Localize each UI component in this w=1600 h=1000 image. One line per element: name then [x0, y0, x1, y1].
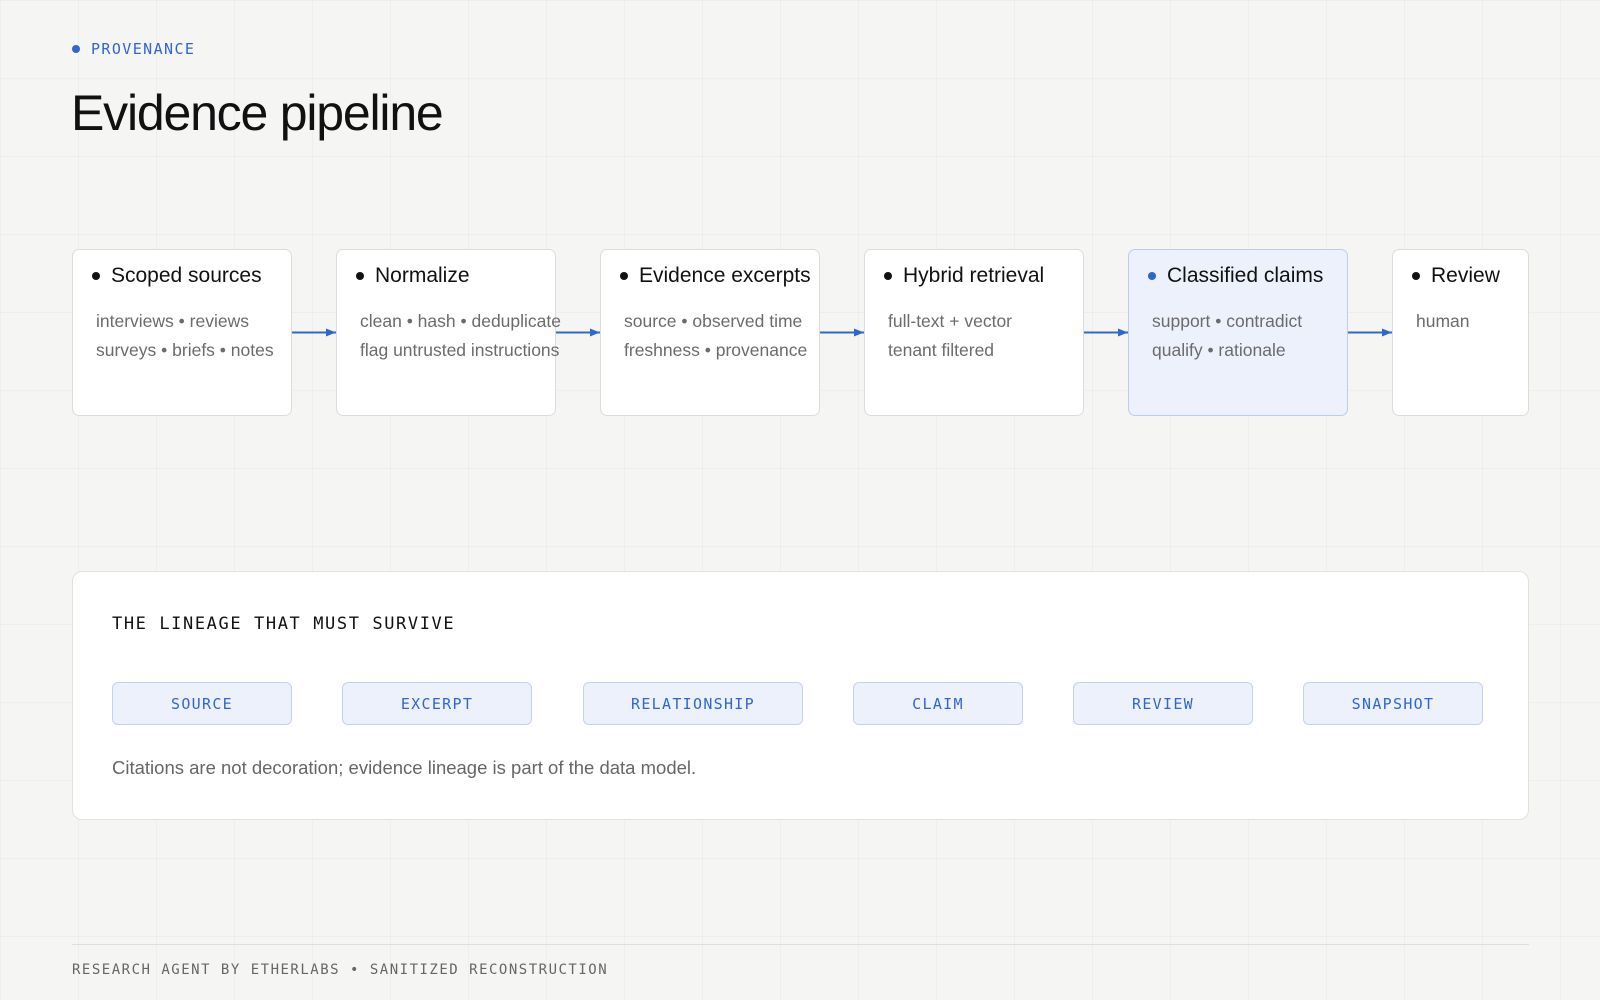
stage-bullet-icon	[92, 272, 100, 280]
stage-bullet-icon	[1412, 272, 1420, 280]
lineage-panel: THE LINEAGE THAT MUST SURVIVE SOURCE EXC…	[72, 571, 1529, 820]
stage-name: Classified claims	[1167, 264, 1324, 287]
stage-bullet-icon	[1148, 272, 1156, 280]
lineage-title: THE LINEAGE THAT MUST SURVIVE	[112, 614, 456, 634]
stage-detail: freshness • provenance	[624, 340, 808, 360]
stage-detail: interviews • reviews	[96, 311, 249, 331]
lineage-chip: RELATIONSHIP	[583, 682, 803, 725]
pipeline-stage: Hybrid retrieval full-text + vector tena…	[864, 249, 1084, 416]
footer-text: RESEARCH AGENT BY ETHERLABS • SANITIZED …	[72, 962, 609, 978]
stage-detail: flag untrusted instructions	[360, 340, 560, 360]
section-eyebrow: PROVENANCE	[72, 40, 195, 58]
pipeline-connectors	[291, 328, 1392, 707]
lineage-chip: EXCERPT	[342, 682, 532, 725]
lineage-chip: REVIEW	[1073, 682, 1253, 725]
lineage-chip: CLAIM	[853, 682, 1023, 725]
stage-name: Scoped sources	[111, 264, 262, 287]
lineage-chip: SOURCE	[112, 682, 292, 725]
eyebrow-label: PROVENANCE	[91, 40, 196, 58]
stage-detail: human	[1416, 311, 1470, 331]
pipeline-stage: Classified claims support • contradict q…	[1128, 249, 1348, 416]
stage-name: Evidence excerpts	[639, 264, 811, 287]
page-title: Evidence pipeline	[71, 85, 444, 141]
stage-detail: surveys • briefs • notes	[96, 340, 274, 360]
stage-detail: tenant filtered	[888, 340, 995, 360]
stage-bullet-icon	[884, 272, 892, 280]
pipeline-stage: Evidence excerpts source • observed time…	[600, 249, 820, 416]
stage-detail: support • contradict	[1152, 311, 1303, 331]
lineage-note: Citations are not decoration; evidence l…	[112, 757, 697, 778]
footer-divider	[72, 944, 1529, 945]
stage-bullet-icon	[620, 272, 628, 280]
stage-name: Hybrid retrieval	[903, 264, 1045, 287]
stage-detail: clean • hash • deduplicate	[360, 311, 562, 331]
eyebrow-dot-icon	[72, 45, 80, 53]
lineage-chip: SNAPSHOT	[1303, 682, 1483, 725]
stage-detail: full-text + vector	[888, 311, 1013, 331]
stage-bullet-icon	[356, 272, 364, 280]
stage-detail: source • observed time	[624, 311, 803, 331]
pipeline-stage: Scoped sources interviews • reviews surv…	[72, 249, 292, 416]
pipeline-stage: Review human	[1392, 249, 1529, 416]
stage-name: Normalize	[375, 264, 470, 287]
stage-detail: qualify • rationale	[1152, 340, 1286, 360]
pipeline-stage: Normalize clean • hash • deduplicate fla…	[336, 249, 561, 416]
stage-name: Review	[1431, 264, 1500, 287]
